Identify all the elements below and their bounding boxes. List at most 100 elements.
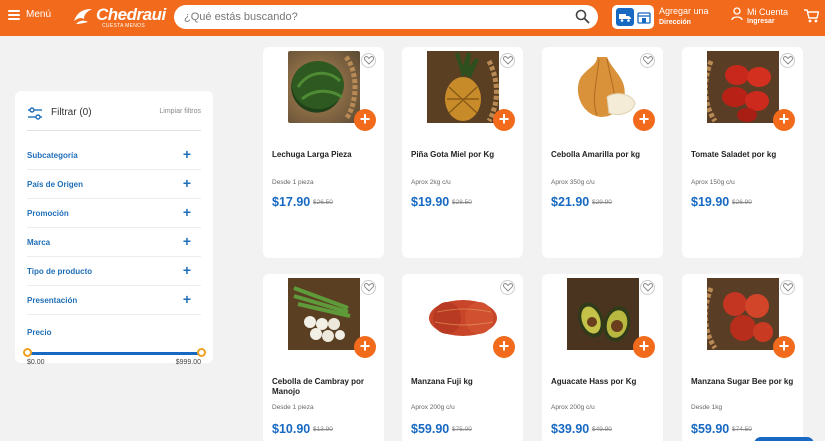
clear-filters-link[interactable]: Limpiar filtros xyxy=(159,108,201,115)
favorite-button[interactable] xyxy=(361,53,376,68)
search-bar xyxy=(174,5,598,29)
cart-icon[interactable] xyxy=(803,8,819,24)
favorite-button[interactable] xyxy=(640,280,655,295)
product-price: $39.90 xyxy=(551,422,590,436)
search-icon[interactable] xyxy=(575,9,590,24)
favorite-button[interactable] xyxy=(640,53,655,68)
filter-sliders-icon xyxy=(28,107,42,120)
product-card[interactable]: + Manzana Fuji kg Aprox 200g c/u $59.90 … xyxy=(402,274,523,441)
product-card[interactable]: + Aguacate Hass por Kg Aprox 200g c/u $3… xyxy=(542,274,663,441)
heart-icon xyxy=(642,283,653,292)
product-old-price: $13.90 xyxy=(313,426,333,433)
add-to-cart-button[interactable]: + xyxy=(633,336,655,358)
product-card[interactable]: + Piña Gota Miel por Kg Aprox 2kg c/u $1… xyxy=(402,47,523,258)
product-name[interactable]: Cebolla de Cambray por Manojo xyxy=(272,377,380,397)
product-old-price: $75.00 xyxy=(452,426,472,433)
apple-sugarbee-icon xyxy=(702,278,779,350)
facet-marca[interactable]: Marca + xyxy=(27,228,201,257)
facet-subcategoria[interactable]: Subcategoría + xyxy=(27,141,201,170)
facet-pais-origen[interactable]: País de Origen + xyxy=(27,170,201,199)
product-name[interactable]: Manzana Sugar Bee por kg xyxy=(691,377,799,387)
facet-presentacion[interactable]: Presentación + xyxy=(27,286,201,315)
plus-icon[interactable]: + xyxy=(183,263,191,277)
product-name[interactable]: Tomate Saladet por kg xyxy=(691,150,799,160)
account-link[interactable]: Mi Cuenta Ingresar xyxy=(731,7,788,27)
product-image[interactable] xyxy=(702,278,779,350)
spring-onion-icon xyxy=(288,278,360,350)
add-to-cart-button[interactable]: + xyxy=(493,109,515,131)
heart-icon xyxy=(782,283,793,292)
plus-icon[interactable]: + xyxy=(183,176,191,190)
facet-label: Subcategoría xyxy=(27,151,78,160)
product-image[interactable] xyxy=(427,51,499,123)
product-old-price: $49.90 xyxy=(592,426,612,433)
address-link[interactable]: Agregar una Dirección xyxy=(659,6,709,28)
favorite-button[interactable] xyxy=(500,53,515,68)
product-name[interactable]: Piña Gota Miel por Kg xyxy=(411,150,519,160)
user-icon xyxy=(731,7,743,21)
plus-icon[interactable]: + xyxy=(183,234,191,248)
filter-title: Filtrar (0) xyxy=(51,107,92,118)
product-old-price: $28.50 xyxy=(452,199,472,206)
lettuce-icon xyxy=(292,55,358,121)
facet-promocion[interactable]: Promoción + xyxy=(27,199,201,228)
heart-icon xyxy=(642,56,653,65)
brand-logo[interactable]: Chedraui CUESTA MENOS xyxy=(72,6,166,29)
product-desc: Desde 1 pieza xyxy=(272,179,314,186)
product-image[interactable] xyxy=(567,51,639,123)
favorite-button[interactable] xyxy=(780,280,795,295)
add-to-cart-button[interactable]: + xyxy=(354,336,376,358)
heart-icon xyxy=(363,283,374,292)
price-min-handle[interactable] xyxy=(23,348,32,357)
product-image[interactable] xyxy=(288,51,360,123)
product-image[interactable] xyxy=(702,51,779,123)
plus-icon[interactable]: + xyxy=(183,147,191,161)
price-max-handle[interactable] xyxy=(197,348,206,357)
price-slider-track[interactable] xyxy=(27,352,201,355)
favorite-button[interactable] xyxy=(780,53,795,68)
product-image[interactable] xyxy=(567,278,639,350)
product-price: $19.90 xyxy=(691,195,730,209)
product-image[interactable] xyxy=(288,278,360,350)
product-desc: Aprox 150g c/u xyxy=(691,179,735,186)
product-price: $21.90 xyxy=(551,195,590,209)
facet-label: Marca xyxy=(27,238,51,247)
hamburger-icon xyxy=(8,9,20,20)
truck-icon[interactable] xyxy=(615,8,634,26)
facet-tipo-producto[interactable]: Tipo de producto + xyxy=(27,257,201,286)
heart-icon xyxy=(502,56,513,65)
product-card[interactable]: + Lechuga Larga Pieza Desde 1 pieza $17.… xyxy=(263,47,384,258)
favorite-button[interactable] xyxy=(361,280,376,295)
delivery-toggle[interactable] xyxy=(612,5,654,29)
search-input[interactable] xyxy=(184,9,564,25)
product-desc: Desde 1kg xyxy=(691,404,723,411)
onion-icon xyxy=(577,57,636,117)
product-desc: Aprox 200g c/u xyxy=(551,404,595,411)
add-to-cart-button[interactable]: + xyxy=(773,336,795,358)
facet-label: Tipo de producto xyxy=(27,267,93,276)
add-to-cart-button[interactable]: + xyxy=(773,109,795,131)
product-card[interactable]: + Manzana Sugar Bee por kg Desde 1kg $59… xyxy=(682,274,803,441)
add-to-cart-button[interactable]: + xyxy=(633,109,655,131)
product-image[interactable] xyxy=(427,278,499,350)
product-name[interactable]: Lechuga Larga Pieza xyxy=(272,150,380,160)
apple-fuji-icon xyxy=(429,300,497,336)
product-card[interactable]: + Tomate Saladet por kg Aprox 150g c/u $… xyxy=(682,47,803,258)
plus-icon[interactable]: + xyxy=(183,292,191,306)
filter-panel: Filtrar (0) Limpiar filtros Subcategoría… xyxy=(15,91,213,366)
chat-button[interactable] xyxy=(754,437,814,441)
store-icon[interactable] xyxy=(636,10,651,24)
product-card[interactable]: + Cebolla Amarilla por kg Aprox 350g c/u… xyxy=(542,47,663,258)
add-to-cart-button[interactable]: + xyxy=(354,109,376,131)
plus-icon[interactable]: + xyxy=(183,205,191,219)
facet-label: Presentación xyxy=(27,296,78,305)
filter-header: Filtrar (0) Limpiar filtros xyxy=(27,105,201,131)
product-name[interactable]: Aguacate Hass por Kg xyxy=(551,377,659,387)
favorite-button[interactable] xyxy=(500,280,515,295)
product-name[interactable]: Manzana Fuji kg xyxy=(411,377,519,387)
menu-button[interactable]: Menú xyxy=(8,9,51,20)
product-name[interactable]: Cebolla Amarilla por kg xyxy=(551,150,659,160)
product-card[interactable]: + Cebolla de Cambray por Manojo Desde 1 … xyxy=(263,274,384,441)
add-to-cart-button[interactable]: + xyxy=(493,336,515,358)
top-header: Menú Chedraui CUESTA MENOS Agregar una D… xyxy=(0,0,825,36)
